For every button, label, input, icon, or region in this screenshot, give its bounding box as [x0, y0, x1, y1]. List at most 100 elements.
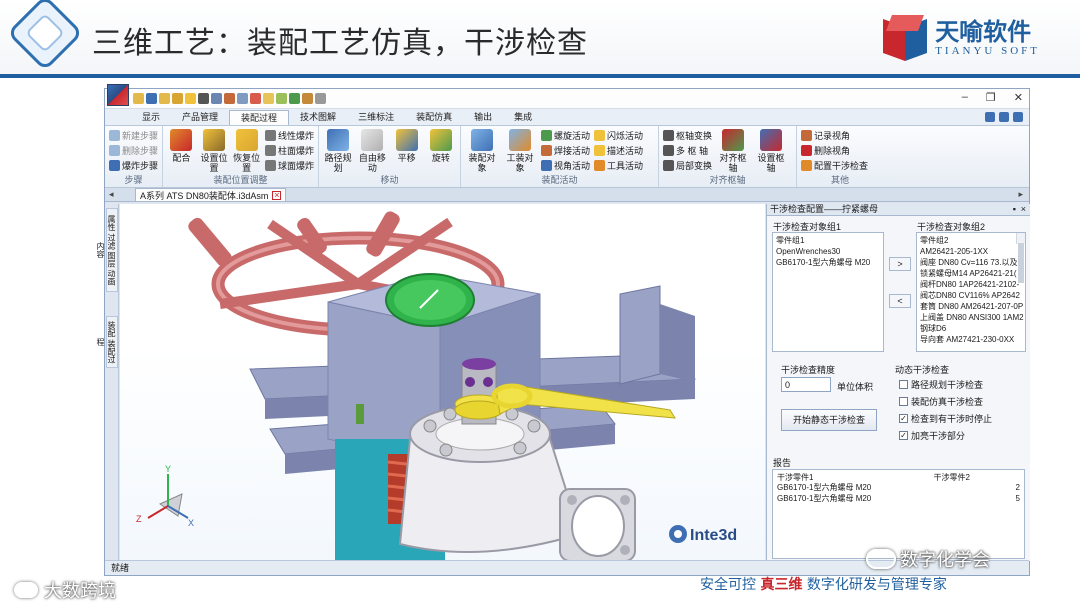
scrollbar-thumb[interactable] [1018, 243, 1024, 283]
list-item[interactable]: 导向套 AM27421-230-0XX [920, 334, 1014, 345]
folder-icon[interactable] [159, 93, 170, 104]
delete-view-button[interactable]: 删除视角 [801, 144, 868, 157]
tab-assembly-simulation[interactable]: 装配仿真 [405, 110, 463, 125]
multi-pivot-button[interactable]: 多 枢 轴 [663, 144, 712, 157]
cylinder-explode-button[interactable]: 柱面爆炸 [264, 144, 314, 157]
start-static-check-button[interactable]: 开始静态干涉检查 [781, 409, 877, 431]
link-icon[interactable] [289, 93, 300, 104]
window-icon[interactable] [985, 112, 995, 122]
box-select-icon[interactable] [211, 93, 222, 104]
path-planning-check[interactable]: 路径规划干涉检查 [899, 378, 983, 391]
wechat-icon [866, 549, 896, 569]
unit-label: 单位体积 [837, 382, 874, 392]
tab-technical-illustration[interactable]: 技术图解 [289, 110, 347, 125]
move-right-button[interactable]: > [889, 257, 911, 271]
group2-scrollbar[interactable] [1016, 233, 1025, 283]
list-item[interactable]: 上阀盖 DN80 ANSI300 1AM2 [920, 312, 1024, 323]
highlight-interference-check[interactable]: ✓ 加亮干涉部分 [899, 429, 965, 442]
tool-animation-button[interactable]: 工具活动 [594, 159, 643, 172]
panel-close-icon[interactable]: × [1021, 204, 1026, 215]
new-step-button[interactable]: 新建步骤 [109, 129, 158, 142]
report-header: 干涉零件1 [777, 473, 814, 482]
section-icon[interactable] [250, 93, 261, 104]
list-item[interactable]: 阀杆DN80 1AP26421-2102- [920, 279, 1019, 290]
close-tab-icon[interactable]: × [272, 190, 282, 200]
list-item[interactable]: 钢球D6 [920, 323, 1013, 334]
app-logo-icon[interactable] [107, 83, 129, 106]
view-animation-button[interactable]: 视角活动 [541, 159, 590, 172]
list-item[interactable]: OpenWrenches30 [776, 246, 880, 257]
list-item[interactable]: 零件组1 [776, 235, 880, 246]
customize-icon[interactable] [315, 93, 326, 104]
group1-list[interactable]: 零件组1 OpenWrenches30 GB6170-1型六角螺母 M20 [772, 232, 884, 352]
select-icon[interactable] [185, 93, 196, 104]
weld-animation-button[interactable]: 焊接活动 [541, 144, 590, 157]
checkbox[interactable] [899, 380, 908, 389]
flash-animation-button[interactable]: 闪烁活动 [594, 129, 643, 142]
tab-integration[interactable]: 集成 [503, 110, 543, 125]
help-icon[interactable] [1013, 112, 1023, 122]
tab-assembly-process[interactable]: 装配过程 [229, 110, 290, 125]
record-view-button[interactable]: 记录视角 [801, 129, 868, 142]
quick-access-toolbar [133, 93, 326, 104]
checkbox-checked[interactable]: ✓ [899, 431, 908, 440]
simulation-check[interactable]: 装配仿真干涉检查 [899, 395, 983, 408]
list-item[interactable]: AM26421-205-1XX [920, 246, 1013, 257]
list-item[interactable]: 阀座 DN80 Cv=116 73.以及 [920, 257, 1017, 268]
table-row[interactable]: GB6170-1型六角螺母 M20 2 [773, 482, 1024, 493]
tab-display[interactable]: 显示 [131, 110, 171, 125]
rotate-icon [429, 129, 452, 151]
config-interference-button[interactable]: 配置干涉检查 [801, 159, 868, 172]
spiral-icon [541, 130, 552, 141]
stop-on-interference-check[interactable]: ✓ 检查到有干涉时停止 [899, 412, 992, 425]
local-transform-icon [663, 160, 674, 171]
move-icon[interactable] [172, 93, 183, 104]
side-tab-assembly[interactable]: 装配 装配过程 [96, 316, 118, 368]
spiral-animation-button[interactable]: 螺旋活动 [541, 129, 590, 142]
checkbox-checked[interactable]: ✓ [899, 414, 908, 423]
restore-icon[interactable]: ❐ [986, 91, 996, 104]
pivot-transform-button[interactable]: 枢轴变换 [663, 129, 712, 142]
close-icon[interactable]: ✕ [1014, 91, 1023, 104]
sphere-explode-button[interactable]: 球面爆炸 [264, 159, 314, 172]
move-left-button[interactable]: < [889, 294, 911, 308]
tab-product-management[interactable]: 产品管理 [171, 110, 229, 125]
transform-icon[interactable] [198, 93, 209, 104]
window-controls: – ❐ ✕ [962, 91, 1023, 104]
list-item[interactable]: 零件组2 [920, 235, 1013, 246]
minimize-icon[interactable]: – [962, 91, 968, 104]
delete-step-button[interactable]: 删除步骤 [109, 144, 158, 157]
rotate-icon[interactable] [302, 93, 313, 104]
new-step-icon [109, 130, 120, 141]
group2-list[interactable]: 零件组2 AM26421-205-1XX 阀座 DN80 Cv=116 73.以… [916, 232, 1026, 352]
tab-3d-annotation[interactable]: 三维标注 [347, 110, 405, 125]
save-icon[interactable] [146, 93, 157, 104]
precision-input[interactable]: 0 [781, 377, 831, 392]
tab-output[interactable]: 输出 [463, 110, 503, 125]
describe-animation-button[interactable]: 描述活动 [594, 144, 643, 157]
linear-explode-button[interactable]: 线性爆炸 [264, 129, 314, 142]
list-item[interactable]: 锁紧螺母M14 AP26421-21( [920, 268, 1017, 279]
side-tab-properties[interactable]: 属性 过滤 图层 动画内容 [96, 208, 118, 292]
explode-icon[interactable] [263, 93, 274, 104]
scroll-right-icon[interactable]: ▸ [1018, 189, 1023, 200]
brand-name-en: TIANYU SOFT [935, 45, 1040, 57]
explode-step-button[interactable]: 爆炸步骤 [109, 159, 158, 172]
document-tab[interactable]: A系列 ATS DN80装配体.i3dAsm × [135, 188, 287, 201]
axis-z-label: Z [136, 514, 142, 524]
list-item[interactable]: 阀芯DN80 CV116% AP2642 [920, 290, 1020, 301]
sphere-explode-icon [264, 160, 276, 171]
measure-icon[interactable] [224, 93, 235, 104]
list-item[interactable]: 套筒 DN80 AM26421-207-0P [920, 301, 1023, 312]
style-icon[interactable] [999, 112, 1009, 122]
local-transform-button[interactable]: 局部变换 [663, 159, 712, 172]
zoom-icon[interactable] [237, 93, 248, 104]
play-icon[interactable] [276, 93, 287, 104]
list-item[interactable]: GB6170-1型六角螺母 M20 [776, 257, 880, 268]
checkbox[interactable] [899, 397, 908, 406]
scroll-left-icon[interactable]: ◂ [109, 189, 114, 200]
table-row[interactable]: GB6170-1型六角螺母 M20 5 [773, 493, 1024, 504]
3d-viewport[interactable]: Y Z X Inte3d [120, 204, 765, 561]
pin-icon[interactable]: ▪ [1013, 204, 1016, 215]
open-icon[interactable] [133, 93, 144, 104]
